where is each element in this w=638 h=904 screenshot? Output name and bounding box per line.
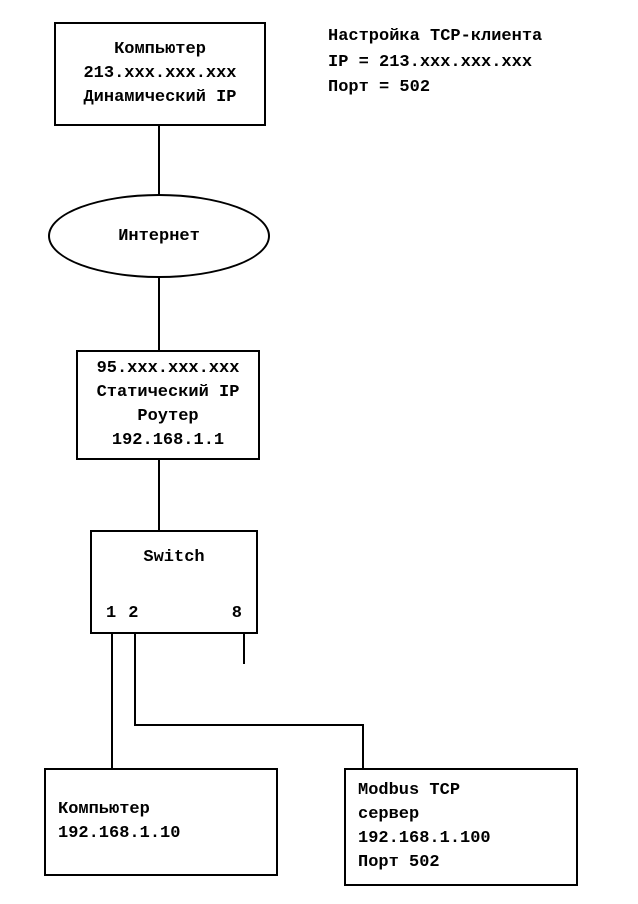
connector-line: [243, 634, 245, 664]
router-internal-ip: 192.168.1.1: [112, 429, 224, 453]
computer-top-box: Компьютер 213.xxx.xxx.xxx Динамический I…: [54, 22, 266, 126]
annotation-port: Порт = 502: [328, 75, 542, 101]
annotation-title: Настройка TCP-клиента: [328, 24, 542, 50]
connector-line: [362, 724, 364, 768]
switch-name: Switch: [143, 546, 204, 570]
router-iptype: Статический IP: [97, 381, 240, 405]
internet-label: Интернет: [118, 227, 200, 246]
computer-bottom-ip: 192.168.1.10: [58, 822, 180, 846]
connector-line: [158, 126, 160, 194]
router-name: Роутер: [137, 405, 198, 429]
computer-top-ip: 213.xxx.xxx.xxx: [83, 62, 236, 86]
switch-box: Switch 1 2 8: [90, 530, 258, 634]
switch-ports: 1 2 8: [92, 602, 256, 626]
router-external-ip: 95.xxx.xxx.xxx: [97, 357, 240, 381]
router-box: 95.xxx.xxx.xxx Статический IP Роутер 192…: [76, 350, 260, 460]
modbus-server-box: Modbus TCP сервер 192.168.1.100 Порт 502: [344, 768, 578, 886]
connector-line: [134, 634, 136, 726]
tcp-client-annotation: Настройка TCP-клиента IP = 213.xxx.xxx.x…: [328, 24, 542, 101]
computer-bottom-name: Компьютер: [58, 798, 150, 822]
modbus-role: сервер: [358, 803, 419, 827]
annotation-ip: IP = 213.xxx.xxx.xxx: [328, 50, 542, 76]
modbus-name: Modbus TCP: [358, 779, 460, 803]
connector-line: [158, 278, 160, 350]
modbus-port: Порт 502: [358, 851, 440, 875]
computer-top-iptype: Динамический IP: [83, 86, 236, 110]
computer-top-name: Компьютер: [114, 38, 206, 62]
modbus-ip: 192.168.1.100: [358, 827, 491, 851]
connector-line: [111, 634, 113, 768]
computer-bottom-box: Компьютер 192.168.1.10: [44, 768, 278, 876]
switch-port-8: 8: [232, 602, 242, 626]
switch-port-1: 1: [106, 602, 116, 626]
internet-cloud: Интернет: [48, 194, 270, 278]
switch-port-2: 2: [128, 602, 138, 626]
connector-line: [134, 724, 364, 726]
connector-line: [158, 460, 160, 530]
